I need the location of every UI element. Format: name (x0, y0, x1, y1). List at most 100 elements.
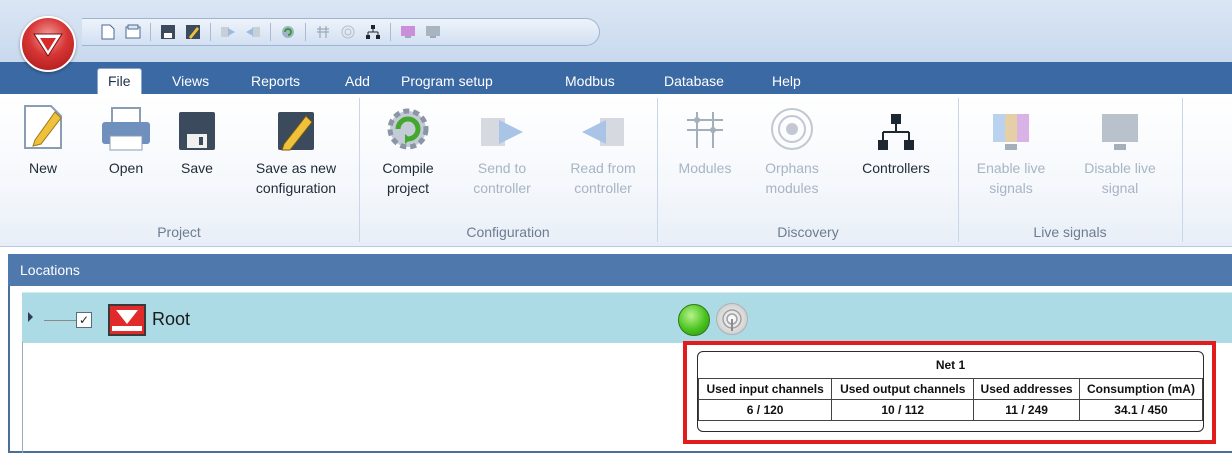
save-label: Save (181, 160, 213, 176)
group-separator (657, 98, 658, 242)
open-icon[interactable] (125, 24, 141, 40)
send-to-controller-icon (462, 100, 542, 152)
tab-database[interactable]: Database (664, 69, 724, 94)
tab-views[interactable]: Views (172, 69, 209, 94)
col-consumption: Consumption (mA) (1078, 378, 1203, 400)
compile-icon (372, 100, 444, 152)
orphans-label-1: Orphans (765, 160, 819, 176)
orphans-modules-button[interactable]: Orphans modules (754, 100, 830, 198)
group-separator (1182, 98, 1183, 242)
orphans-icon[interactable] (340, 24, 356, 40)
disable-live-label-2: signal (1101, 180, 1139, 196)
save-as-icon (240, 100, 352, 152)
printer-icon (96, 100, 156, 152)
orphans-icon (754, 100, 830, 152)
modules-icon (665, 100, 745, 152)
root-checkbox[interactable]: ✓ (76, 312, 92, 328)
save-icon[interactable] (160, 24, 176, 40)
orphans-label-2: modules (765, 180, 819, 196)
new-button[interactable]: New (18, 100, 68, 178)
controllers-icon[interactable] (365, 24, 381, 40)
tab-modbus[interactable]: Modbus (565, 69, 615, 94)
group-label-discovery: Discovery (777, 224, 839, 240)
col-used-addresses: Used addresses (973, 378, 1080, 400)
locations-header: Locations (8, 254, 1232, 286)
save-button[interactable]: Save (174, 100, 220, 178)
controllers-button[interactable]: Controllers (842, 100, 950, 178)
enable-live-label-1: Enable live (976, 160, 1046, 176)
new-icon (18, 100, 68, 152)
tree-guide-line (22, 342, 23, 453)
compile-label-2: project (386, 180, 430, 196)
compile-icon[interactable] (280, 24, 296, 40)
read-label-2: controller (574, 180, 632, 196)
tree-connector (44, 320, 76, 321)
app-menu-button[interactable] (20, 16, 76, 72)
group-label-configuration: Configuration (466, 224, 550, 240)
enable-live-icon (966, 100, 1056, 152)
enable-live-signals-button[interactable]: Enable live signals (966, 100, 1056, 198)
value-used-output-channels: 10 / 112 (831, 399, 975, 421)
toolbar-separator (150, 23, 151, 41)
app-logo-icon (33, 33, 63, 57)
save-as-label-1: Save as new (255, 160, 337, 176)
root-label: Root (152, 309, 191, 329)
open-button[interactable]: Open (96, 100, 156, 178)
group-label-live-signals: Live signals (1033, 224, 1107, 240)
send-label-1: Send to (477, 160, 527, 176)
tree-row-root[interactable] (22, 292, 1232, 343)
net-info-tooltip: Net 1 Used input channels Used output ch… (697, 351, 1204, 432)
ribbon-tabs: File Views Reports Add Program setup Mod… (0, 62, 1232, 96)
tab-reports[interactable]: Reports (251, 69, 300, 94)
disable-live-icon (1068, 100, 1172, 152)
modules-icon[interactable] (315, 24, 331, 40)
net-title: Net 1 (698, 352, 1203, 379)
group-label-project: Project (157, 224, 201, 240)
tab-file[interactable]: File (97, 68, 142, 96)
send-icon[interactable] (220, 24, 236, 40)
tab-add[interactable]: Add (345, 69, 370, 94)
value-used-addresses: 11 / 249 (973, 399, 1080, 421)
net-info-table: Net 1 Used input channels Used output ch… (698, 352, 1203, 421)
disable-live-signal-button[interactable]: Disable live signal (1068, 100, 1172, 198)
toolbar-separator (270, 23, 271, 41)
root-location-icon (108, 304, 146, 336)
send-label-2: controller (473, 180, 531, 196)
toolbar-separator (390, 23, 391, 41)
read-from-controller-icon (558, 100, 648, 152)
col-used-output-channels: Used output channels (831, 378, 975, 400)
new-file-icon[interactable] (100, 24, 116, 40)
group-separator (359, 98, 360, 242)
value-consumption: 34.1 / 450 (1078, 399, 1203, 421)
toolbar-separator (210, 23, 211, 41)
save-as-icon[interactable] (185, 24, 201, 40)
value-used-input-channels: 6 / 120 (698, 399, 833, 421)
enable-live-icon[interactable] (400, 24, 416, 40)
status-led-icon (678, 304, 710, 336)
quick-access-toolbar (82, 18, 600, 46)
ribbon: New Open Save Save as new configuration … (0, 94, 1232, 247)
compile-label-1: Compile (382, 160, 434, 176)
modules-label: Modules (678, 160, 732, 176)
floppy-icon (174, 100, 220, 152)
tab-program-setup[interactable]: Program setup (401, 69, 493, 94)
send-to-controller-button[interactable]: Send to controller (462, 100, 542, 198)
modules-button[interactable]: Modules (665, 100, 745, 178)
controllers-label: Controllers (862, 160, 930, 176)
read-from-controller-button[interactable]: Read from controller (558, 100, 648, 198)
tab-help[interactable]: Help (772, 69, 801, 94)
compile-project-button[interactable]: Compile project (372, 100, 444, 198)
save-as-label-2: configuration (255, 180, 337, 196)
disable-live-icon[interactable] (425, 24, 441, 40)
toolbar-separator (305, 23, 306, 41)
group-separator (958, 98, 959, 242)
enable-live-label-2: signals (989, 180, 1033, 196)
read-label-1: Read from (570, 160, 636, 176)
wireless-status-icon (716, 303, 748, 335)
open-label: Open (108, 160, 144, 176)
row-indicator-icon (28, 312, 33, 322)
new-label: New (28, 160, 57, 176)
col-used-input-channels: Used input channels (698, 378, 833, 400)
read-icon[interactable] (245, 24, 261, 40)
save-as-new-configuration-button[interactable]: Save as new configuration (240, 100, 352, 198)
